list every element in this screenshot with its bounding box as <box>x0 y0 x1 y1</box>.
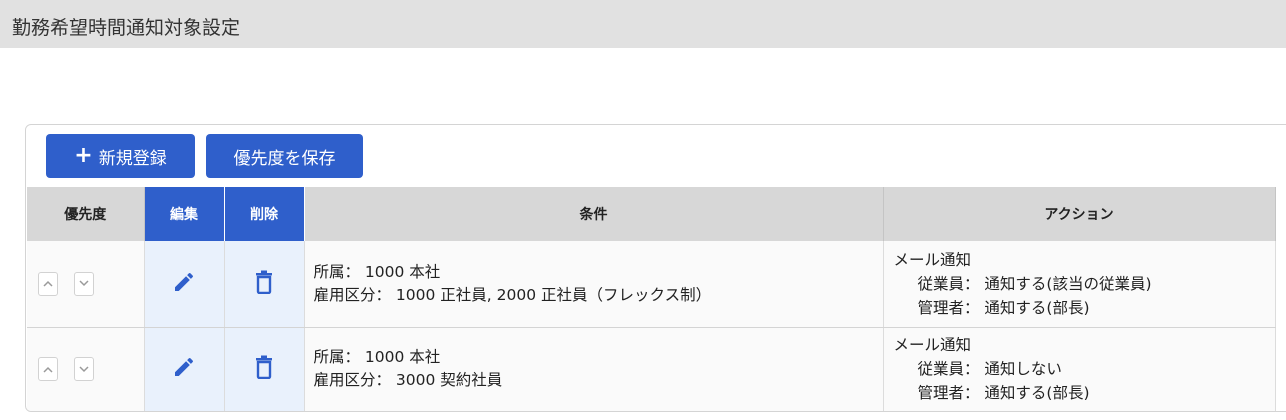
action-title: メール通知 <box>893 250 972 269</box>
condition-line: 雇用区分： 1000 正社員, 2000 正社員（フレックス制） <box>313 285 712 304</box>
trash-icon[interactable] <box>253 355 275 380</box>
action-line: 管理者： 通知する(部長) <box>917 384 1090 402</box>
rules-table: 優先度 編集 削除 条件 アクション 所属： 1000 本社 雇用区分： 100… <box>27 187 1276 411</box>
condition-cell: 所属： 1000 本社 雇用区分： 1000 正社員, 2000 正社員（フレッ… <box>304 241 884 328</box>
table-row: 所属： 1000 本社 雇用区分： 1000 正社員, 2000 正社員（フレッ… <box>27 241 1276 328</box>
priority-cell <box>27 327 145 411</box>
delete-cell[interactable] <box>224 327 305 411</box>
action-line: 従業員： 通知する(該当の従業員) <box>917 274 1152 293</box>
settings-panel: + 新規登録 優先度を保存 優先度 編集 削除 条件 アクション 所属： 100… <box>25 124 1286 412</box>
move-down-button[interactable] <box>74 271 94 296</box>
table-row: 所属： 1000 本社 雇用区分： 3000 契約社員 メール通知 従業員： 通… <box>27 327 1276 411</box>
action-cell: メール通知 従業員： 通知しない 管理者： 通知する(部長) <box>883 327 1276 411</box>
page-title-bar: 勤務希望時間通知対象設定 <box>0 0 1286 48</box>
header-edit: 編集 <box>144 187 225 241</box>
priority-cell <box>27 241 145 328</box>
delete-cell[interactable] <box>224 241 305 328</box>
condition-line: 所属： 1000 本社 <box>313 348 441 366</box>
trash-icon[interactable] <box>253 270 275 294</box>
edit-cell[interactable] <box>144 241 225 328</box>
table-header-row: 優先度 編集 削除 条件 アクション <box>27 187 1276 241</box>
chevron-up-icon <box>43 281 53 287</box>
move-down-button[interactable] <box>74 357 94 381</box>
new-registration-label: 新規登録 <box>98 148 167 169</box>
action-cell: メール通知 従業員： 通知する(該当の従業員) 管理者： 通知する(部長) <box>883 241 1276 328</box>
save-priority-button[interactable]: 優先度を保存 <box>206 134 363 178</box>
chevron-up-icon <box>43 366 53 373</box>
move-up-button[interactable] <box>38 271 58 296</box>
new-registration-button[interactable]: + 新規登録 <box>46 134 195 178</box>
edit-cell[interactable] <box>144 327 225 411</box>
header-priority: 優先度 <box>27 187 145 241</box>
page-title: 勤務希望時間通知対象設定 <box>12 17 241 39</box>
chevron-down-icon <box>79 280 89 287</box>
pencil-icon[interactable] <box>172 270 196 294</box>
move-up-button[interactable] <box>38 357 58 381</box>
chevron-down-icon <box>79 365 89 372</box>
condition-line: 所属： 1000 本社 <box>313 262 441 281</box>
header-condition: 条件 <box>304 187 884 241</box>
action-title: メール通知 <box>893 336 972 354</box>
header-action: アクション <box>883 187 1276 241</box>
condition-line: 雇用区分： 3000 契約社員 <box>313 371 503 389</box>
condition-cell: 所属： 1000 本社 雇用区分： 3000 契約社員 <box>304 327 884 411</box>
action-line: 従業員： 通知しない <box>917 360 1062 378</box>
action-line: 管理者： 通知する(部長) <box>917 298 1090 317</box>
pencil-icon[interactable] <box>172 355 196 379</box>
header-delete: 削除 <box>224 187 305 241</box>
plus-icon: + <box>74 143 93 168</box>
